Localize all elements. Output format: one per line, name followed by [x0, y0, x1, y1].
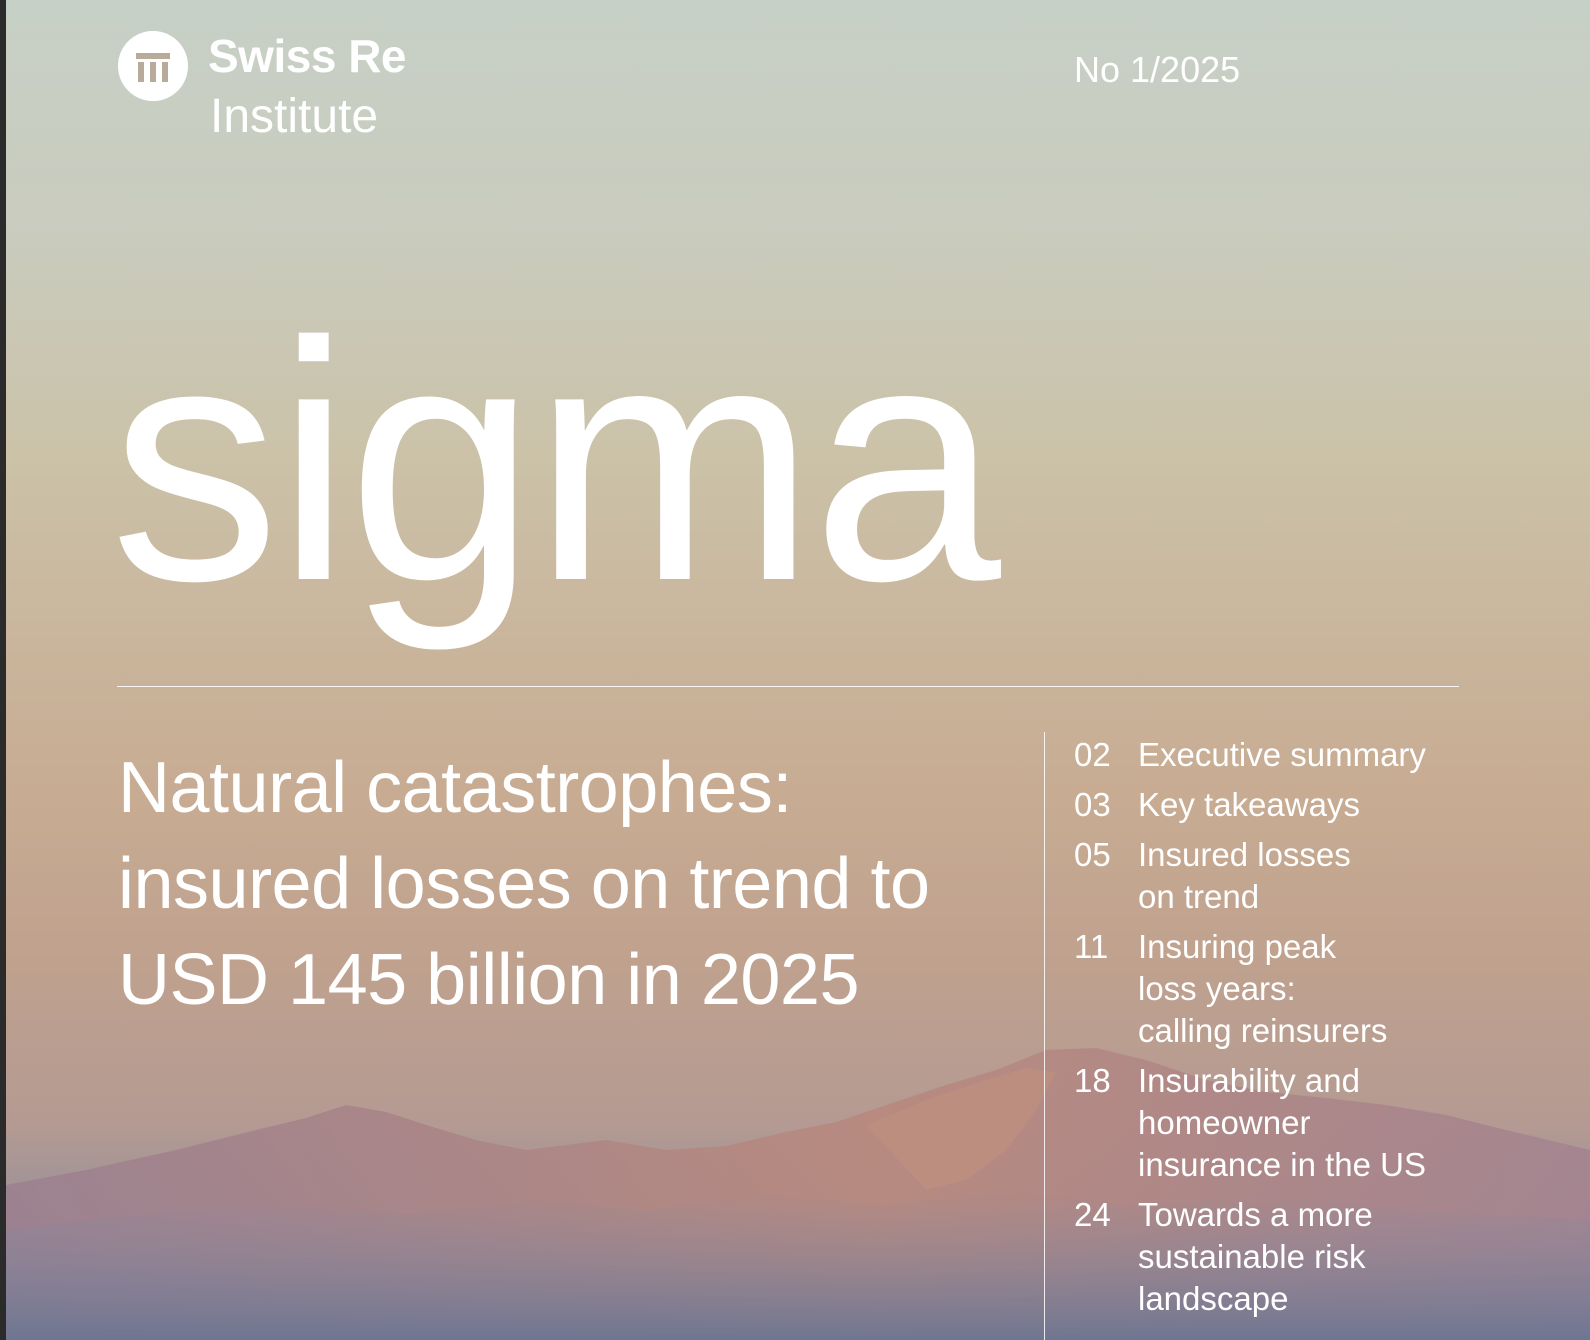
cover-page: Swiss Re Institute No 1/2025 sigma Natur… [6, 0, 1590, 1340]
table-of-contents: 02 Executive summary 03 Key takeaways 05… [1074, 734, 1584, 1328]
publication-title: sigma [110, 272, 1001, 652]
toc-item-insured-losses[interactable]: 05 Insured losses on trend [1074, 834, 1584, 918]
swiss-re-logo-icon [118, 31, 188, 101]
toc-item-insurability[interactable]: 18 Insurability and homeowner insurance … [1074, 1060, 1584, 1186]
toc-item-key-takeaways[interactable]: 03 Key takeaways [1074, 784, 1584, 826]
toc-page-number: 03 [1074, 786, 1111, 823]
headline-line: Natural catastrophes: [118, 748, 792, 828]
toc-title: Insuring peak loss years: calling reinsu… [1138, 928, 1388, 1049]
toc-item-sustainable-risk[interactable]: 24 Towards a more sustainable risk lands… [1074, 1194, 1584, 1320]
toc-page-number: 11 [1074, 928, 1109, 965]
toc-item-insuring-peak-loss[interactable]: 11 Insuring peak loss years: calling rei… [1074, 926, 1584, 1052]
toc-page-number: 02 [1074, 736, 1111, 773]
toc-page-number: 18 [1074, 1062, 1111, 1099]
brand-name: Swiss Re [208, 30, 407, 82]
toc-page-number: 24 [1074, 1196, 1111, 1233]
vertical-divider [1044, 732, 1045, 1340]
toc-title: Executive summary [1138, 736, 1426, 773]
headline-line: USD 145 billion in 2025 [118, 940, 859, 1020]
toc-title: Insured losses on trend [1138, 836, 1351, 915]
issue-number: No 1/2025 [1074, 49, 1241, 90]
toc-item-executive-summary[interactable]: 02 Executive summary [1074, 734, 1584, 776]
horizontal-divider [117, 686, 1459, 687]
toc-title: Insurability and homeowner insurance in … [1138, 1062, 1426, 1183]
brand-subtitle: Institute [210, 90, 379, 143]
report-headline: Natural catastrophes: insured losses on … [118, 740, 1018, 1028]
toc-title: Key takeaways [1138, 786, 1360, 823]
headline-line: insured losses on trend to [118, 844, 930, 924]
toc-title: Towards a more sustainable risk landscap… [1138, 1196, 1373, 1317]
toc-page-number: 05 [1074, 836, 1111, 873]
